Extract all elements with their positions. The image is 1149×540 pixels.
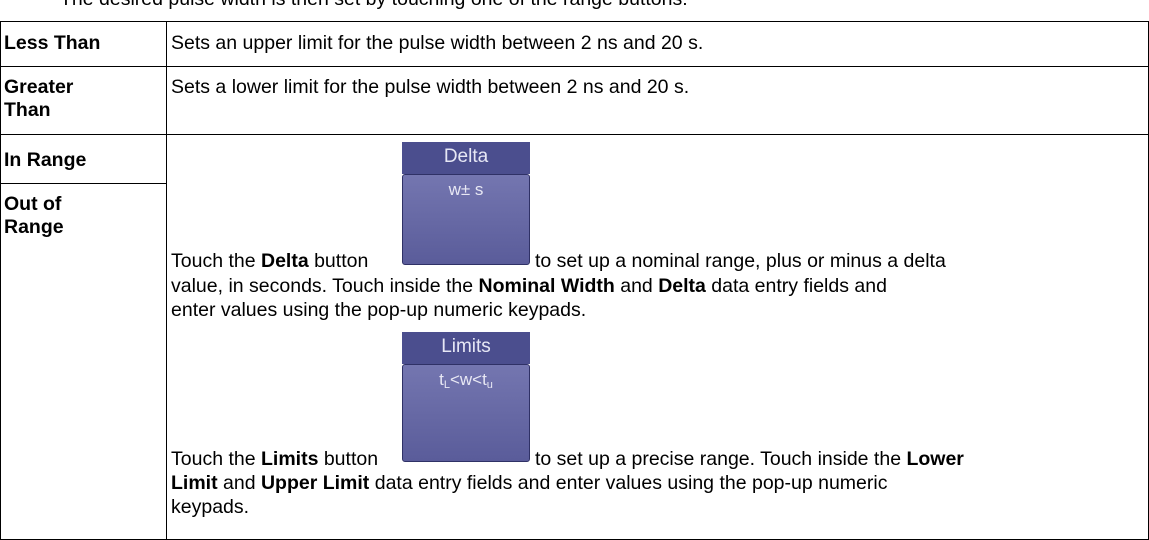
limits-text: Touch the [171, 448, 261, 470]
term-greater-line2: Than [4, 99, 51, 121]
limits-paragraph-line2: Limit and Upper Limit data entry fields … [171, 472, 887, 495]
lower-bold: Lower [906, 448, 964, 470]
delta-button-caption: Delta [402, 142, 530, 174]
limits-bold: Limits [260, 448, 319, 470]
limits-text: button [318, 448, 379, 470]
term-in-range: In Range [4, 149, 87, 171]
limits-text: data entry fields and enter values using… [369, 472, 888, 494]
term-out-line2: Range [4, 216, 64, 238]
limits-paragraph-line1b: to set up a precise range. Touch inside … [535, 448, 964, 471]
delta-paragraph-line1b: to set up a nominal range, plus or minus… [535, 250, 946, 272]
delta-bold: Delta [658, 275, 706, 297]
delta-text: and [614, 275, 659, 297]
delta-bold: Delta [260, 250, 309, 272]
limit-bold: Limit [171, 472, 218, 494]
term-less-than: Less Than [4, 32, 101, 54]
delta-paragraph-line2: value, in seconds. Touch inside the Nomi… [171, 275, 887, 298]
delta-button[interactable]: Delta w± s [402, 142, 530, 265]
desc-greater-than: Sets a lower limit for the pulse width b… [171, 76, 690, 98]
limits-glyph: tL<w<tu [403, 370, 529, 391]
row-divider [0, 66, 1149, 67]
row-divider [0, 134, 1149, 135]
delta-text: Touch the [171, 250, 261, 272]
limits-text: and [217, 472, 261, 494]
term-greater-line1: Greater [4, 76, 74, 98]
delta-paragraph-line3: enter values using the pop-up numeric ke… [171, 299, 587, 321]
limits-paragraph-line3: keypads. [171, 496, 250, 518]
table-border-left [0, 21, 1, 540]
intro-text: The desired pulse width is then set by t… [60, 0, 688, 11]
desc-less-than: Sets an upper limit for the pulse width … [171, 32, 704, 54]
delta-text: button [308, 250, 369, 272]
delta-button-face: w± s [402, 174, 530, 265]
nominal-width-bold: Nominal Width [478, 275, 615, 297]
limits-text: to set up a precise range. Touch inside … [535, 448, 907, 470]
term-greater-than: Greater Than [4, 76, 73, 122]
limits-button[interactable]: Limits tL<w<tu [402, 332, 530, 462]
delta-text: value, in seconds. Touch inside the [171, 275, 479, 297]
cell-divider [0, 183, 166, 184]
upper-limit-bold: Upper Limit [260, 472, 370, 494]
term-out-of-range: Out of Range [4, 193, 64, 239]
limits-glyph-sub-u: u [486, 379, 493, 391]
delta-paragraph-line1a: Touch the Delta button [171, 250, 368, 273]
limits-paragraph-line1a: Touch the Limits button [171, 448, 378, 471]
limits-glyph-mid: <w<t [449, 370, 487, 389]
limits-button-caption: Limits [402, 332, 530, 364]
limits-button-face: tL<w<tu [402, 364, 530, 462]
delta-glyph: w± s [448, 180, 484, 199]
delta-text: data entry fields and [705, 275, 887, 297]
column-divider [166, 21, 167, 540]
table-border-top [0, 21, 1149, 22]
term-out-line1: Out of [4, 193, 62, 215]
